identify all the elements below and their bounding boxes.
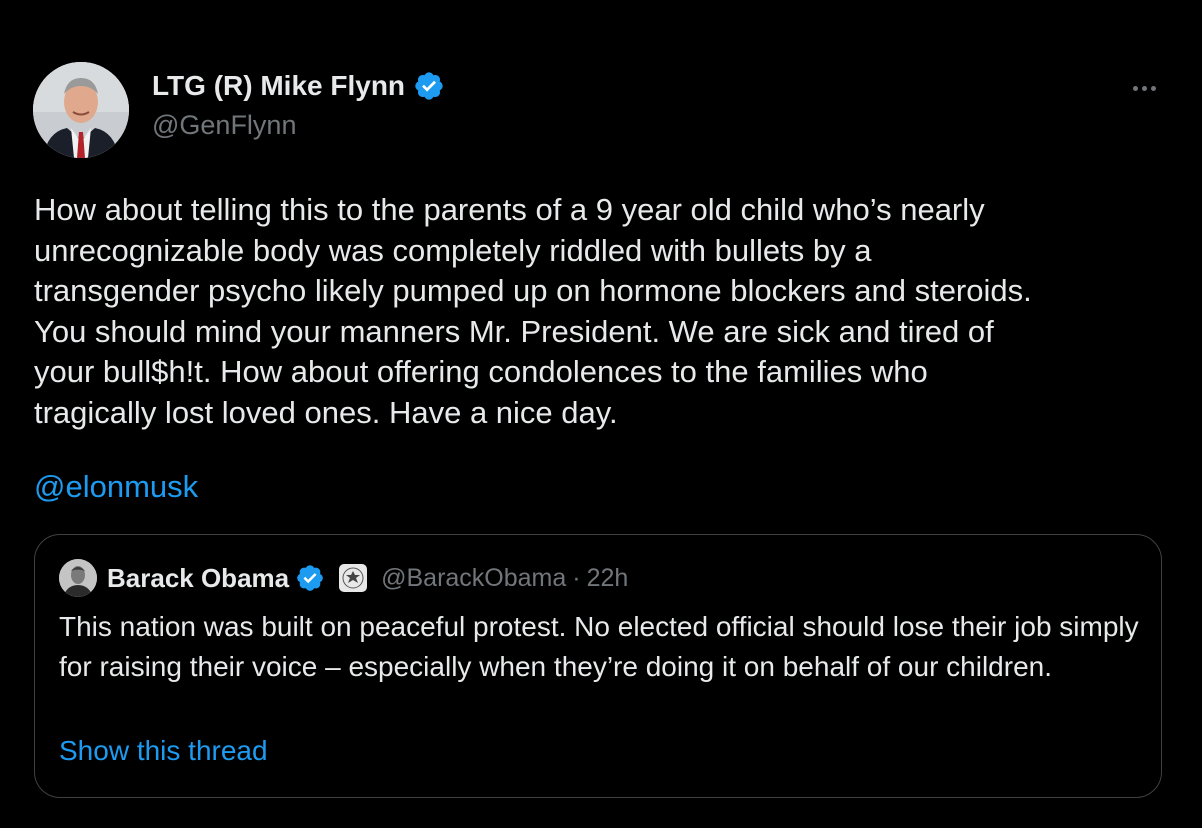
tweet-card: LTG (R) Mike Flynn @GenFlynn How about t… <box>0 0 1202 828</box>
government-seal-icon[interactable] <box>339 564 368 592</box>
show-thread-link[interactable]: Show this thread <box>59 735 268 767</box>
quoted-tweet[interactable]: Barack Obama @BarackObama · 22h This nat… <box>34 534 1162 798</box>
author-handle[interactable]: @GenFlynn <box>152 110 296 141</box>
quote-author-name[interactable]: Barack Obama <box>107 563 289 594</box>
more-horizontal-icon[interactable] <box>1126 74 1162 102</box>
quote-header: Barack Obama @BarackObama · 22h <box>59 559 628 597</box>
verified-badge-icon[interactable] <box>295 563 325 593</box>
quote-text: This nation was built on peaceful protes… <box>59 611 1139 682</box>
author-name-text[interactable]: LTG (R) Mike Flynn <box>152 70 405 102</box>
author-avatar[interactable] <box>33 62 129 158</box>
mention-link[interactable]: @elonmusk <box>34 469 198 505</box>
separator-dot: · <box>572 563 581 592</box>
quote-timestamp[interactable]: 22h <box>587 564 629 593</box>
quote-author-handle[interactable]: @BarackObama <box>381 564 566 593</box>
quote-author-avatar[interactable] <box>59 559 97 597</box>
verified-badge-icon[interactable] <box>413 70 445 102</box>
author-name[interactable]: LTG (R) Mike Flynn <box>152 70 445 102</box>
tweet-text: How about telling this to the parents of… <box>34 192 1032 430</box>
